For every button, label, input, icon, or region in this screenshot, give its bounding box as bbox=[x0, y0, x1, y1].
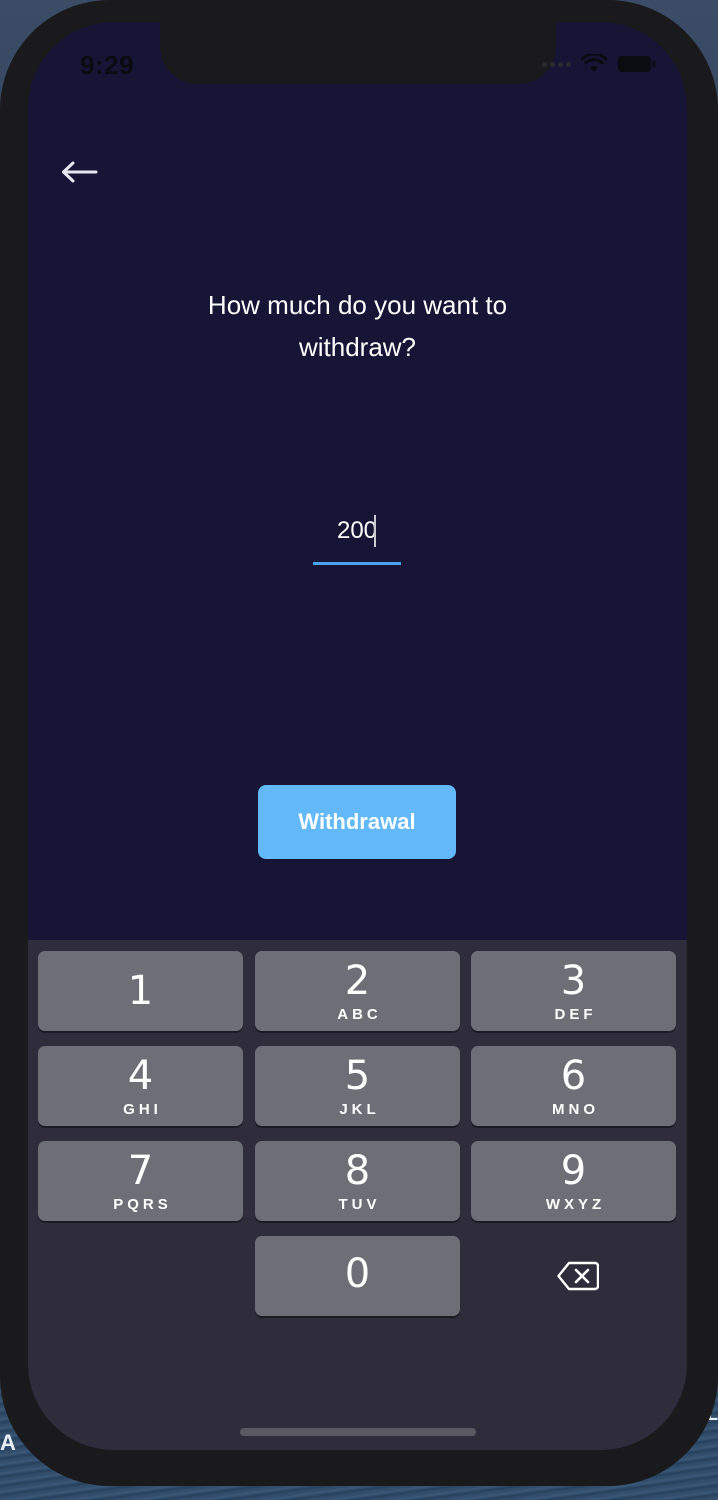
key-letters: GHI bbox=[123, 1101, 162, 1118]
key-digit: 7 bbox=[127, 1148, 154, 1194]
key-digit: 1 bbox=[127, 968, 154, 1014]
status-indicators bbox=[542, 54, 657, 74]
numeric-keypad: 1 2 ABC 3 DEF 4 GHI 5 JKL 6 MNO 7 PQRS 8… bbox=[28, 940, 687, 1450]
amount-field[interactable] bbox=[313, 508, 401, 568]
withdraw-prompt: How much do you want to withdraw? bbox=[28, 284, 687, 368]
key-7[interactable]: 7 PQRS bbox=[38, 1141, 243, 1221]
amount-input[interactable] bbox=[313, 508, 401, 554]
arrow-left-icon bbox=[62, 161, 98, 183]
key-digit: 6 bbox=[560, 1053, 587, 1099]
battery-icon bbox=[618, 56, 656, 72]
key-letters: JKL bbox=[339, 1101, 380, 1118]
key-letters: DEF bbox=[554, 1006, 597, 1023]
key-2[interactable]: 2 ABC bbox=[255, 951, 460, 1031]
prompt-line-2: withdraw? bbox=[298, 332, 417, 362]
key-5[interactable]: 5 JKL bbox=[255, 1046, 460, 1126]
cellular-signal-icon bbox=[542, 61, 571, 67]
key-1[interactable]: 1 bbox=[38, 951, 243, 1031]
prompt-line-1: How much do you want to bbox=[207, 290, 508, 320]
key-digit: 3 bbox=[560, 958, 587, 1004]
key-letters: WXYZ bbox=[545, 1196, 606, 1213]
delete-key[interactable] bbox=[526, 1236, 630, 1316]
key-digit: 9 bbox=[560, 1148, 587, 1194]
key-3[interactable]: 3 DEF bbox=[471, 951, 676, 1031]
status-time: 9:29 bbox=[80, 50, 135, 80]
key-0[interactable]: 0 bbox=[255, 1236, 460, 1316]
notch bbox=[160, 22, 556, 84]
phone-frame: 9:29 How much do you want to withdraw? 2… bbox=[0, 0, 718, 1486]
key-digit: 4 bbox=[127, 1053, 154, 1099]
key-8[interactable]: 8 TUV bbox=[255, 1141, 460, 1221]
key-letters: PQRS bbox=[113, 1196, 172, 1213]
amount-underline bbox=[313, 562, 401, 565]
back-button[interactable] bbox=[54, 152, 104, 192]
key-9[interactable]: 9 WXYZ bbox=[471, 1141, 676, 1221]
withdrawal-button[interactable]: Withdrawal bbox=[258, 785, 456, 859]
home-indicator[interactable] bbox=[240, 1428, 476, 1436]
key-letters: MNO bbox=[552, 1101, 599, 1118]
key-4[interactable]: 4 GHI bbox=[38, 1046, 243, 1126]
key-6[interactable]: 6 MNO bbox=[471, 1046, 676, 1126]
key-digit: 5 bbox=[344, 1053, 371, 1099]
backspace-icon bbox=[557, 1261, 599, 1291]
key-digit: 0 bbox=[344, 1251, 371, 1297]
text-caret bbox=[374, 515, 376, 547]
wifi-icon bbox=[581, 54, 607, 72]
backdrop-text-left: A bbox=[0, 1430, 16, 1455]
app-screen: 9:29 How much do you want to withdraw? 2… bbox=[28, 22, 687, 1450]
key-letters: ABC bbox=[337, 1006, 382, 1023]
key-letters: TUV bbox=[338, 1196, 381, 1213]
key-digit: 8 bbox=[344, 1148, 371, 1194]
key-digit: 2 bbox=[344, 958, 371, 1004]
